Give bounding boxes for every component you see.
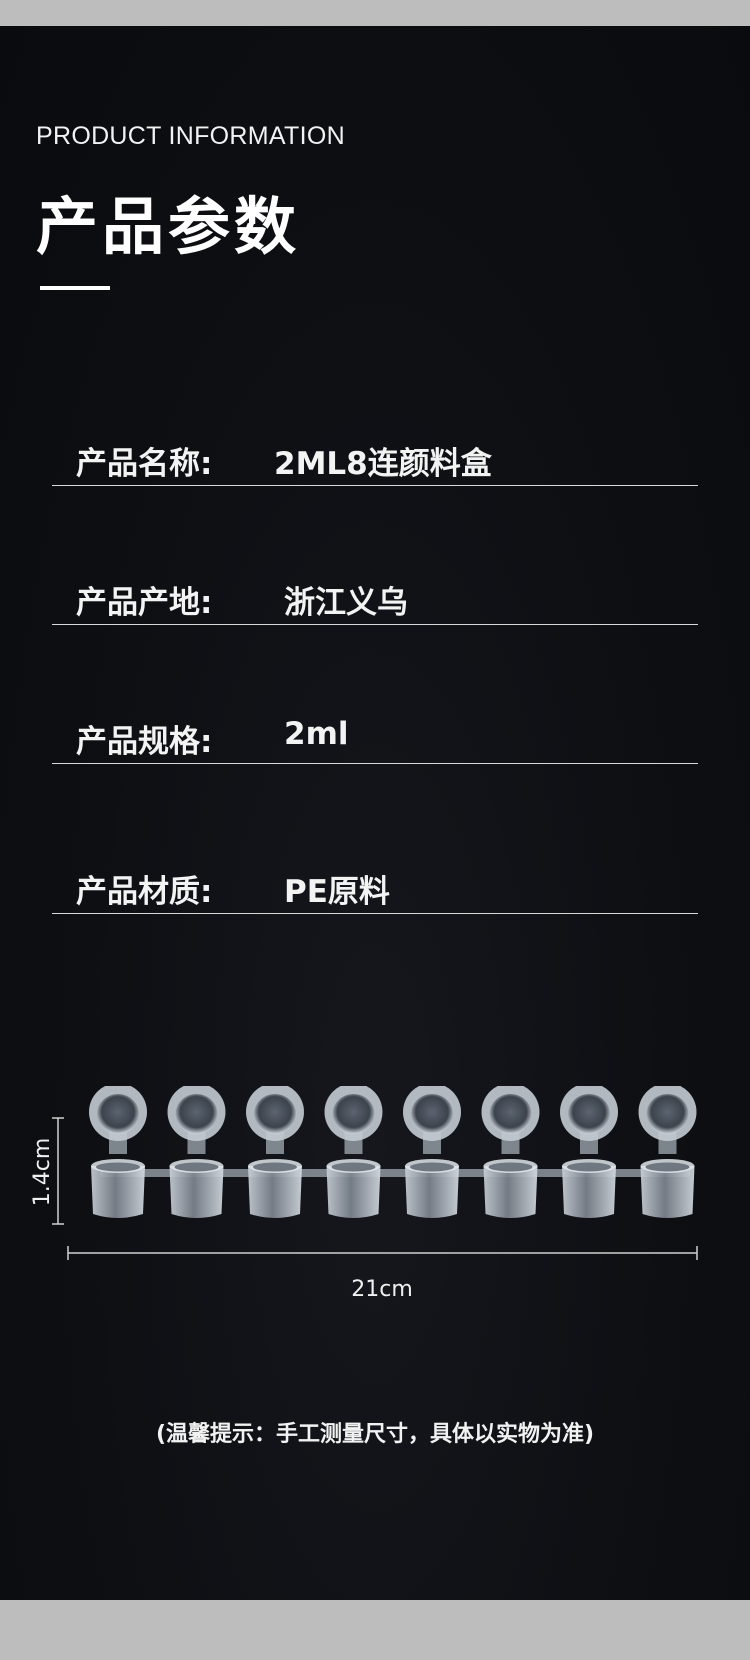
paint-pot	[246, 1083, 304, 1218]
height-label: 1.4cm	[30, 1138, 55, 1207]
section-title-en: PRODUCT INFORMATION	[36, 122, 345, 150]
paint-pot	[167, 1083, 226, 1218]
title-underline	[40, 286, 110, 290]
spec-label: 产品材质:	[76, 874, 213, 910]
paint-pot	[638, 1083, 697, 1218]
paint-pot	[481, 1083, 540, 1218]
spec-row-size: 产品规格: 2ml	[52, 704, 698, 764]
paint-pot	[560, 1083, 618, 1218]
divider	[52, 763, 698, 764]
divider	[52, 624, 698, 625]
spec-label: 产品产地:	[76, 585, 213, 621]
paint-pot	[324, 1083, 383, 1218]
spec-row-origin: 产品产地: 浙江义乌	[52, 565, 698, 625]
spec-value: PE原料	[284, 874, 390, 910]
section-title-cn: 产品参数	[36, 190, 301, 263]
divider	[52, 913, 698, 914]
spec-value: 2ML8连颜料盒	[274, 446, 492, 482]
spec-label: 产品规格:	[76, 724, 213, 760]
divider	[52, 485, 698, 486]
spec-row-material: 产品材质: PE原料	[52, 854, 698, 914]
spec-row-name: 产品名称: 2ML8连颜料盒	[52, 426, 698, 486]
paint-pot	[403, 1083, 461, 1218]
measurement-note: (温馨提示：手工测量尺寸，具体以实物为准)	[155, 1422, 595, 1447]
width-label: 21cm	[351, 1277, 413, 1302]
paint-pot-strip-image: 1.4cm 21cm	[30, 1083, 698, 1302]
spec-value: 2ml	[284, 716, 349, 752]
product-photo: 1.4cm 21cm	[0, 1083, 750, 1346]
spec-label: 产品名称:	[76, 446, 213, 482]
spec-value: 浙江义乌	[284, 585, 408, 621]
product-info-panel: PRODUCT INFORMATION 产品参数 产品名称: 2ML8连颜料盒 …	[0, 26, 750, 1600]
paint-pot	[89, 1083, 147, 1218]
